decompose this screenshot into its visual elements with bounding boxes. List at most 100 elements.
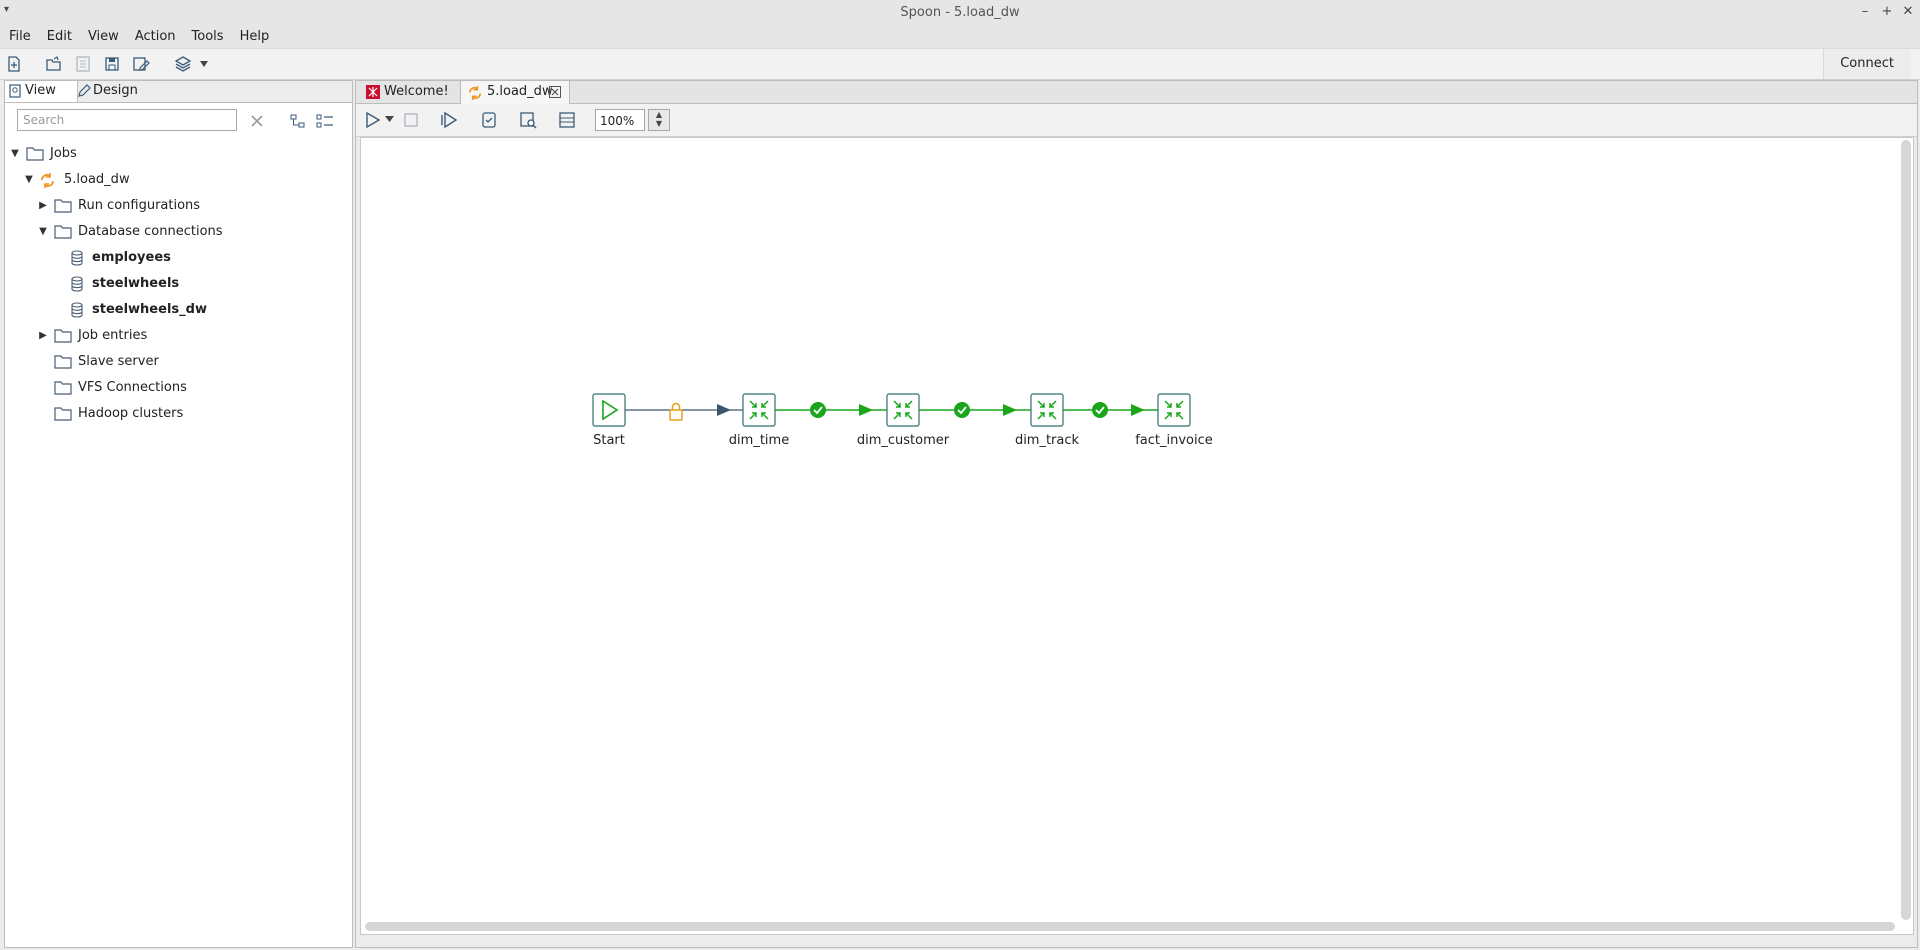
close-tab-icon[interactable] bbox=[549, 86, 561, 98]
expanded-arrow-icon[interactable]: ▼ bbox=[9, 142, 21, 166]
tab-welcome-label: Welcome! bbox=[384, 84, 449, 99]
job-entry-start[interactable] bbox=[592, 393, 626, 427]
job-canvas[interactable]: Start dim_time dim_customer dim_track fa… bbox=[360, 137, 1914, 935]
tab-welcome[interactable]: Welcome! bbox=[360, 81, 456, 103]
expand-all-icon[interactable] bbox=[316, 113, 334, 129]
menu-tools[interactable]: Tools bbox=[184, 26, 232, 44]
expanded-arrow-icon[interactable]: ▼ bbox=[37, 220, 49, 244]
search-input[interactable] bbox=[17, 109, 237, 131]
tab-view[interactable]: View bbox=[5, 81, 78, 102]
tab-job-label: 5.load_dw bbox=[487, 84, 553, 99]
job-graph bbox=[592, 393, 1191, 427]
pencil-icon bbox=[78, 84, 91, 97]
menu-action[interactable]: Action bbox=[127, 26, 184, 44]
folder-icon bbox=[54, 355, 72, 369]
job-entry-label-start: Start bbox=[593, 433, 625, 448]
job-entry-label-dim-time: dim_time bbox=[728, 433, 790, 448]
menu-help[interactable]: Help bbox=[232, 26, 278, 44]
tree-item-label: Job entries bbox=[78, 328, 148, 343]
menu-view[interactable]: View bbox=[80, 26, 127, 44]
save-icon[interactable] bbox=[103, 55, 121, 73]
job-entry-fact-invoice[interactable] bbox=[1157, 393, 1191, 427]
zoom-spinner[interactable]: ▲ ▼ bbox=[648, 109, 670, 131]
tree-item-label: Slave server bbox=[78, 354, 159, 369]
replay-icon[interactable] bbox=[441, 111, 459, 129]
folder-icon bbox=[54, 329, 72, 343]
save-as-icon[interactable] bbox=[132, 55, 150, 73]
minimize-icon[interactable]: – bbox=[1856, 3, 1874, 21]
horizontal-scrollbar[interactable] bbox=[365, 922, 1895, 931]
tree-item-label: Run configurations bbox=[78, 198, 201, 213]
collapsed-arrow-icon[interactable]: ▶ bbox=[37, 194, 49, 218]
menu-file[interactable]: File bbox=[0, 26, 39, 44]
success-check-icon bbox=[1092, 402, 1108, 418]
connect-button[interactable]: Connect bbox=[1823, 49, 1910, 79]
database-icon bbox=[71, 276, 83, 292]
stop-icon bbox=[404, 113, 418, 127]
job-entry-label-dim-track: dim_track bbox=[1014, 433, 1080, 448]
job-toolbar: 100% ▲ ▼ bbox=[356, 104, 1917, 137]
vertical-scrollbar[interactable] bbox=[1901, 140, 1911, 920]
tree-item-label: Database connections bbox=[78, 224, 223, 239]
expanded-arrow-icon[interactable]: ▼ bbox=[23, 168, 35, 192]
collapse-all-icon[interactable] bbox=[290, 113, 306, 129]
hop-start-to-dim-time[interactable] bbox=[625, 402, 743, 421]
tree-item-label: Jobs bbox=[50, 146, 77, 161]
sql-icon[interactable] bbox=[558, 111, 576, 129]
job-entry-label-dim-customer: dim_customer bbox=[856, 433, 950, 448]
close-window-icon[interactable]: ✕ bbox=[1899, 3, 1917, 21]
open-icon[interactable] bbox=[45, 55, 63, 73]
hop-dim-customer-to-dim-track[interactable] bbox=[919, 402, 1031, 418]
job-entry-dim-track[interactable] bbox=[1030, 393, 1064, 427]
clear-search-icon[interactable] bbox=[249, 113, 265, 129]
database-icon bbox=[71, 302, 83, 318]
explorer-panel: View Design ▼ Jobs ▼ 5.load_dw ▶ Run con… bbox=[4, 80, 353, 948]
new-file-icon[interactable] bbox=[5, 55, 23, 73]
job-entry-dim-time[interactable] bbox=[742, 393, 776, 427]
job-icon bbox=[468, 85, 482, 101]
explore-repository-icon bbox=[76, 56, 90, 72]
explorer-tabs: View Design bbox=[5, 81, 352, 103]
tab-design-label: Design bbox=[93, 83, 138, 98]
collapsed-arrow-icon[interactable]: ▶ bbox=[37, 324, 49, 348]
tab-view-label: View bbox=[25, 83, 56, 98]
check-job-icon[interactable] bbox=[480, 111, 498, 129]
job-entry-label-fact-invoice: fact_invoice bbox=[1135, 433, 1213, 448]
tree-item-label: Hadoop clusters bbox=[78, 406, 184, 421]
tree-item-label: employees bbox=[92, 250, 171, 265]
folder-icon bbox=[54, 199, 72, 213]
main-toolbar: Connect bbox=[0, 48, 1920, 80]
tab-job-5-load-dw[interactable]: 5.load_dw bbox=[460, 81, 570, 104]
job-entry-dim-customer[interactable] bbox=[886, 393, 920, 427]
pentaho-logo-icon bbox=[366, 85, 380, 99]
window-title: Spoon - 5.load_dw bbox=[900, 5, 1020, 20]
menu-edit[interactable]: Edit bbox=[39, 26, 80, 44]
success-check-icon bbox=[954, 402, 970, 418]
tree-item-label: VFS Connections bbox=[78, 380, 187, 395]
title-bar: ▾ Spoon - 5.load_dw – + ✕ bbox=[0, 0, 1920, 26]
menu-bar: File Edit View Action Tools Help bbox=[0, 26, 1920, 48]
run-options-dropdown-icon[interactable] bbox=[385, 116, 394, 123]
hop-dim-track-to-fact-invoice[interactable] bbox=[1063, 402, 1158, 418]
job-icon bbox=[41, 173, 54, 188]
analyze-impact-icon[interactable] bbox=[519, 111, 537, 129]
database-icon bbox=[71, 250, 83, 266]
success-check-icon bbox=[810, 402, 826, 418]
editor-area: Welcome! 5.load_dw 100% ▲ ▼ Start dim_ti… bbox=[355, 80, 1918, 948]
zoom-field[interactable]: 100% bbox=[595, 109, 645, 131]
folder-icon bbox=[54, 381, 72, 395]
document-tabs: Welcome! 5.load_dw bbox=[356, 81, 1917, 104]
folder-icon bbox=[54, 407, 72, 421]
layers-icon[interactable] bbox=[174, 55, 192, 73]
tree-item-label: steelwheels_dw bbox=[92, 302, 207, 317]
perspective-dropdown-icon[interactable] bbox=[199, 60, 209, 68]
hop-dim-time-to-dim-customer[interactable] bbox=[775, 402, 887, 418]
tab-design[interactable]: Design bbox=[73, 81, 155, 101]
folder-icon bbox=[54, 225, 72, 239]
tree-item-label: steelwheels bbox=[92, 276, 180, 291]
run-icon[interactable] bbox=[364, 111, 382, 129]
maximize-icon[interactable]: + bbox=[1878, 3, 1896, 21]
lock-icon bbox=[669, 402, 683, 421]
view-icon bbox=[9, 84, 21, 98]
folder-icon bbox=[26, 147, 44, 161]
